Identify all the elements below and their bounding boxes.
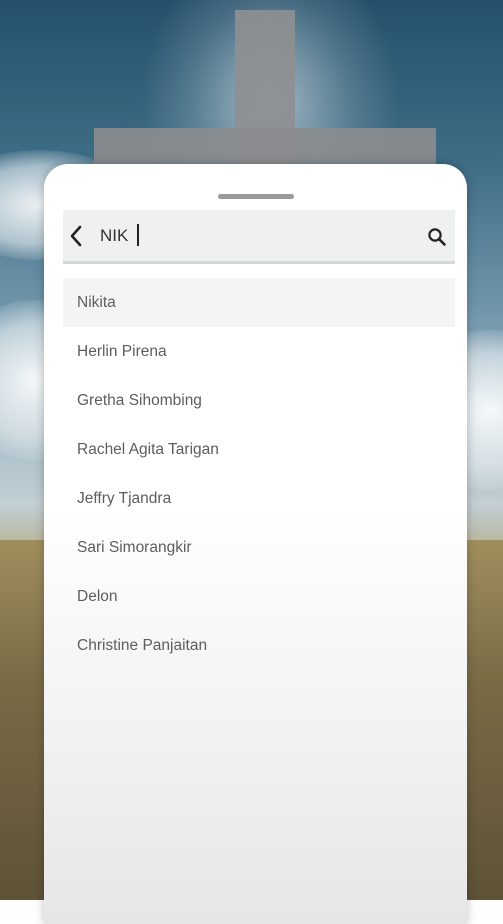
drag-handle[interactable] <box>218 194 294 199</box>
list-item[interactable]: Herlin Pirena <box>63 327 455 376</box>
list-item[interactable]: Rachel Agita Tarigan <box>63 425 455 474</box>
list-item[interactable]: Sari Simorangkir <box>63 523 455 572</box>
search-button[interactable] <box>421 222 451 252</box>
list-item[interactable]: Christine Panjaitan <box>63 621 455 670</box>
search-input[interactable] <box>100 221 420 251</box>
list-item[interactable]: Nikita <box>63 278 455 327</box>
list-item[interactable]: Delon <box>63 572 455 621</box>
back-button[interactable] <box>63 210 93 264</box>
chevron-left-icon <box>70 225 82 247</box>
search-sheet: Nikita Herlin Pirena Gretha Sihombing Ra… <box>44 164 467 924</box>
list-item[interactable]: Gretha Sihombing <box>63 376 455 425</box>
search-results-list: Nikita Herlin Pirena Gretha Sihombing Ra… <box>63 278 455 670</box>
search-icon <box>428 228 446 246</box>
list-item[interactable]: Jeffry Tjandra <box>63 474 455 523</box>
search-bar <box>63 210 455 264</box>
text-caret <box>137 224 139 246</box>
